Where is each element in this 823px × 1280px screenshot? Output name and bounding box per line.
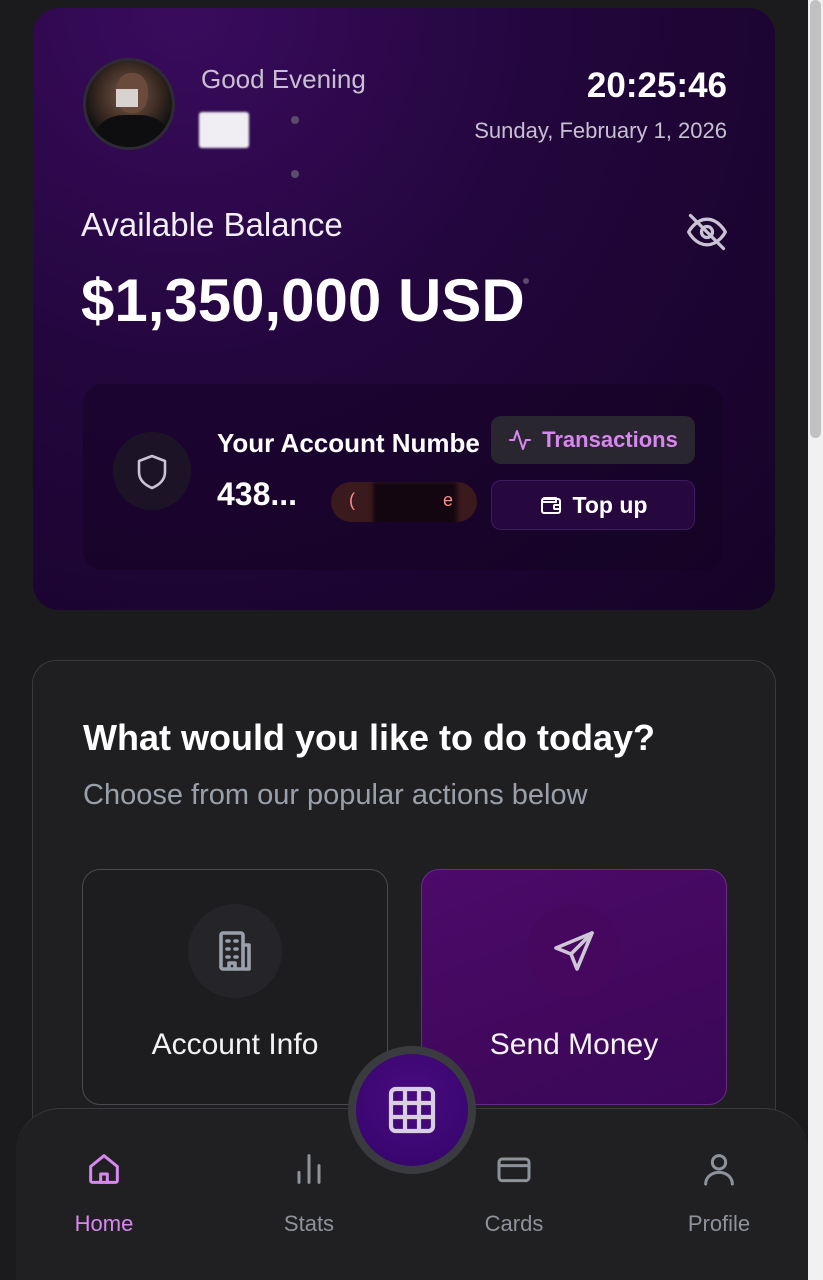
decorative-dot [291, 116, 299, 124]
nav-label-cards: Cards [484, 1211, 544, 1236]
credit-card-icon [497, 1157, 531, 1183]
home-icon [89, 1154, 119, 1184]
nav-item-cards[interactable]: Cards [454, 1149, 574, 1237]
copy-pill-text-start: ( [349, 490, 355, 510]
send-icon [554, 931, 594, 971]
grid-icon [388, 1086, 436, 1134]
copy-account-pill[interactable]: ( e [331, 482, 477, 522]
greeting-text: Good Evening [201, 64, 366, 94]
balance-card: Good Evening ay 20:25:46 Sunday, Februar… [33, 8, 775, 610]
building-icon [219, 931, 251, 971]
balance-label: Available Balance [81, 206, 343, 243]
account-info-tile[interactable]: Account Info [82, 869, 388, 1105]
avatar[interactable] [83, 58, 175, 150]
account-info-icon-badge [188, 904, 282, 998]
wallet-icon [540, 497, 561, 514]
clock-time: 20:25:46 [586, 66, 727, 105]
avatar-redaction [116, 89, 138, 107]
account-number-value: 438... [217, 476, 298, 512]
activity-icon [509, 430, 532, 450]
nav-item-profile[interactable]: Profile [659, 1149, 779, 1237]
account-number-label: Your Account Number [217, 428, 479, 458]
shield-icon [137, 454, 167, 490]
nav-label-home: Home [74, 1211, 134, 1236]
nav-label-stats: Stats [283, 1211, 335, 1236]
scrollbar-track[interactable] [808, 0, 823, 1280]
topup-button[interactable]: Top up [491, 480, 695, 530]
send-money-icon-badge [527, 904, 621, 998]
eye-off-icon [687, 213, 727, 251]
balance-value: $1,350,000 USD [81, 267, 525, 334]
topup-label: Top up [572, 491, 648, 518]
nav-item-home[interactable]: Home [44, 1149, 164, 1237]
shield-badge [113, 432, 191, 510]
actions-title: What would you like to do today? [83, 717, 655, 758]
account-info-label: Account Info [151, 1028, 319, 1061]
send-money-tile[interactable]: Send Money [421, 869, 727, 1105]
send-money-label: Send Money [489, 1028, 659, 1061]
avatar-body [96, 115, 168, 147]
transactions-label: Transactions [542, 427, 678, 452]
transactions-button[interactable]: Transactions [491, 416, 695, 464]
scrollbar-thumb[interactable] [810, 0, 821, 438]
username-redaction [199, 112, 249, 148]
nav-label-profile: Profile [687, 1211, 751, 1236]
center-menu-inner [356, 1054, 468, 1166]
user-icon [704, 1154, 734, 1186]
decorative-dot [291, 170, 299, 178]
clock-date: Sunday, February 1, 2026 [474, 118, 727, 143]
hide-balance-button[interactable] [685, 210, 729, 254]
nav-item-stats[interactable]: Stats [249, 1149, 369, 1237]
actions-subtitle: Choose from our popular actions below [83, 779, 588, 811]
bar-chart-icon [297, 1154, 321, 1184]
center-menu-button[interactable] [348, 1046, 476, 1174]
copy-pill-text-end: e [443, 490, 454, 510]
